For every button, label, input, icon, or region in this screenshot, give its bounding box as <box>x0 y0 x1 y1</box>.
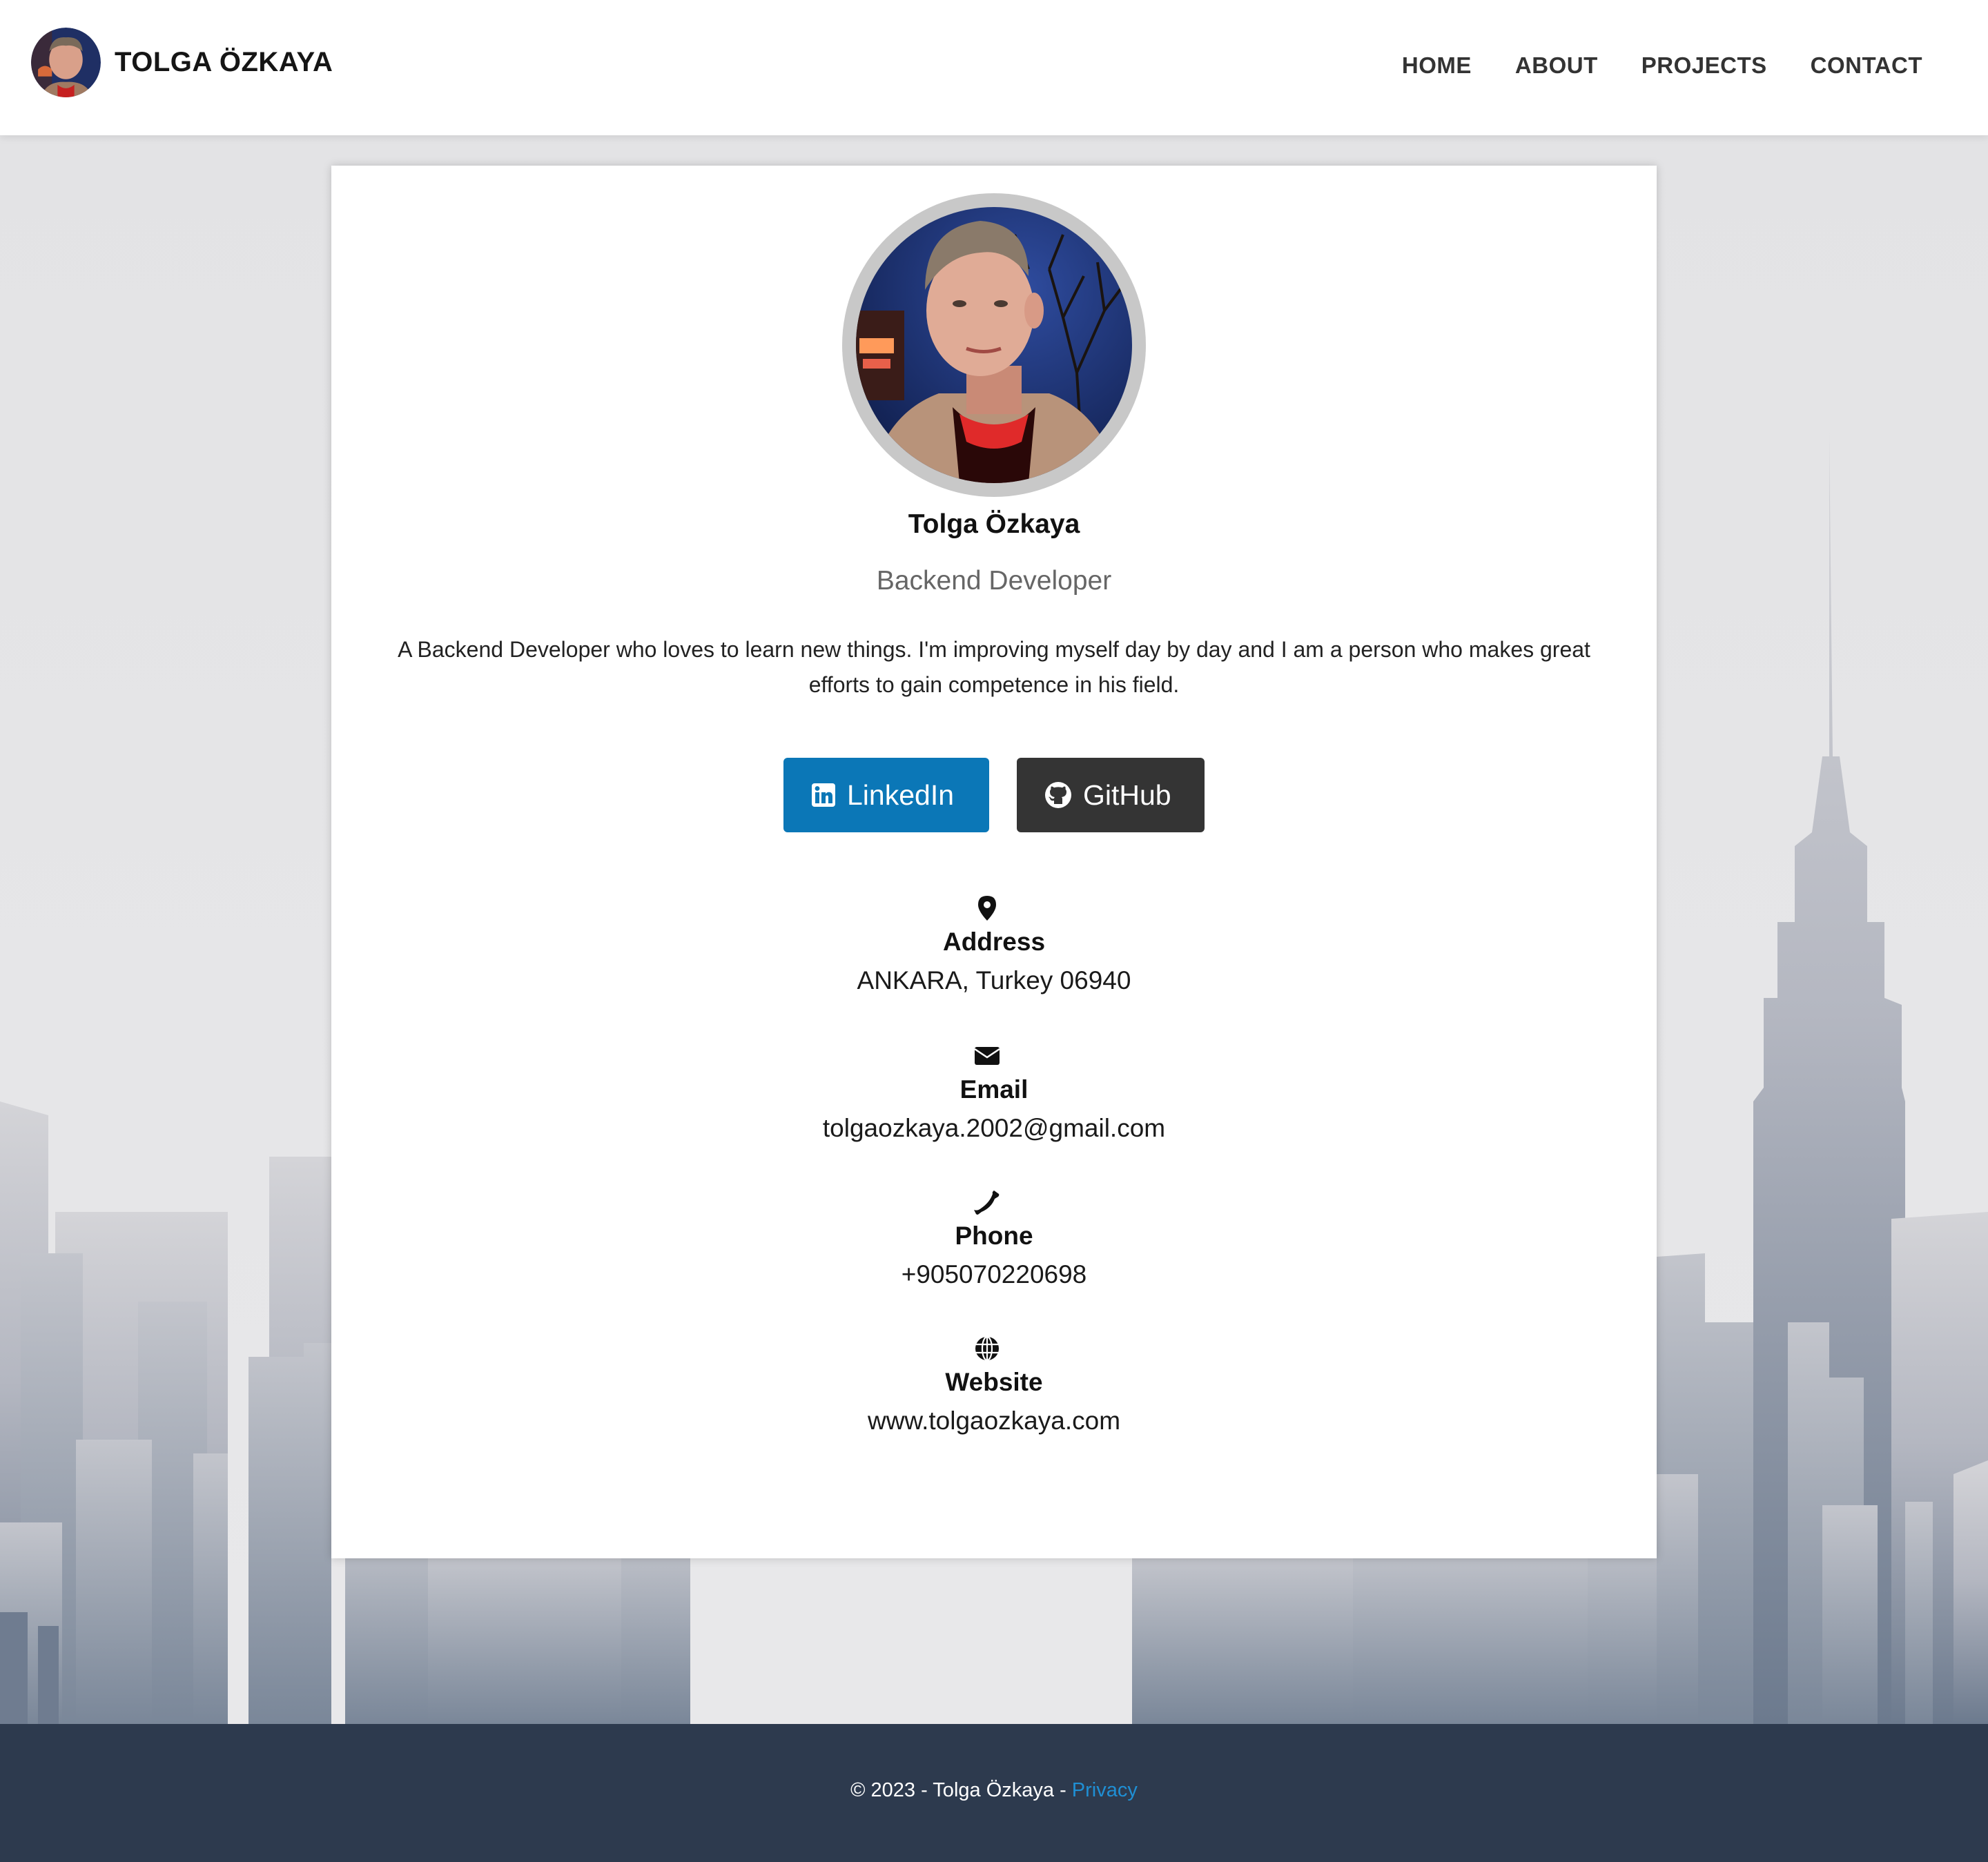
phone-label: Phone <box>955 1222 1033 1250</box>
github-icon <box>1045 782 1071 808</box>
site-footer: © 2023 - Tolga Özkaya - Privacy <box>0 1724 1988 1862</box>
contact-website: Website www.tolgaozkaya.com <box>331 1335 1657 1435</box>
privacy-link[interactable]: Privacy <box>1072 1779 1138 1801</box>
nav-contact[interactable]: CONTACT <box>1811 52 1922 79</box>
email-value[interactable]: tolgaozkaya.2002@gmail.com <box>331 1114 1657 1143</box>
website-value[interactable]: www.tolgaozkaya.com <box>331 1407 1657 1435</box>
contact-address: Address ANKARA, Turkey 06940 <box>331 894 1657 995</box>
avatar <box>31 28 101 97</box>
brand[interactable]: TOLGA ÖZKAYA <box>31 28 333 97</box>
footer-text: © 2023 - Tolga Özkaya - Privacy <box>0 1779 1988 1802</box>
nav-home[interactable]: HOME <box>1402 52 1472 79</box>
social-buttons: LinkedIn GitHub <box>331 758 1657 832</box>
contact-phone: Phone +905070220698 <box>331 1188 1657 1289</box>
profile-photo-image <box>856 207 1132 483</box>
email-label: Email <box>959 1075 1029 1104</box>
website-label: Website <box>945 1368 1043 1396</box>
linkedin-icon <box>812 783 835 807</box>
brand-name[interactable]: TOLGA ÖZKAYA <box>115 47 333 78</box>
github-button[interactable]: GitHub <box>1017 758 1205 832</box>
contact-email: Email tolgaozkaya.2002@gmail.com <box>331 1042 1657 1143</box>
envelope-icon <box>974 1047 1000 1065</box>
address-value: ANKARA, Turkey 06940 <box>857 966 1131 994</box>
nav-projects[interactable]: PROJECTS <box>1641 52 1767 79</box>
profile-card: Tolga Özkaya Backend Developer A Backend… <box>331 166 1657 1558</box>
copyright-text: © 2023 - Tolga Özkaya - <box>850 1779 1072 1801</box>
site-header: TOLGA ÖZKAYA HOME ABOUT PROJECTS CONTACT <box>0 0 1988 135</box>
profile-name: Tolga Özkaya <box>908 509 1080 539</box>
nav-about[interactable]: ABOUT <box>1515 52 1598 79</box>
profile-photo <box>842 193 1146 497</box>
phone-value[interactable]: +905070220698 <box>331 1260 1657 1289</box>
address-label: Address <box>942 928 1046 956</box>
profile-role: Backend Developer <box>876 566 1112 596</box>
globe-icon <box>975 1335 999 1362</box>
github-label: GitHub <box>1083 778 1171 811</box>
linkedin-label: LinkedIn <box>847 778 955 811</box>
phone-icon <box>974 1190 1000 1215</box>
profile-bio: A Backend Developer who loves to learn n… <box>398 637 1590 697</box>
linkedin-button[interactable]: LinkedIn <box>783 758 989 832</box>
main-nav: HOME ABOUT PROJECTS CONTACT <box>1402 52 1922 79</box>
map-marker-icon <box>978 896 996 921</box>
